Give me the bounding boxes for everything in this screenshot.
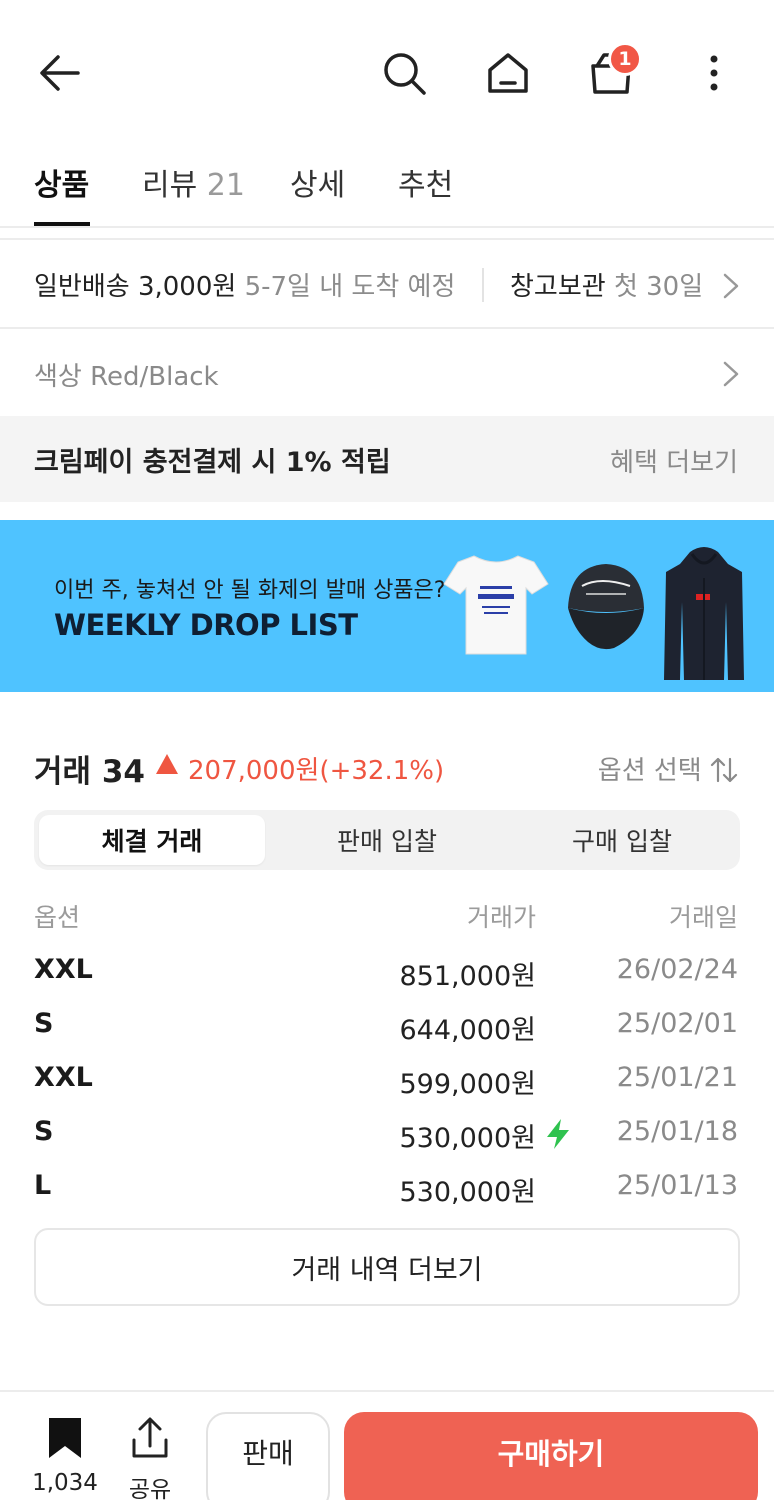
more-trade-history-button[interactable]: 거래 내역 더보기 bbox=[34, 1228, 740, 1306]
weekly-drop-banner[interactable]: 이번 주, 놓쳐선 안 될 화제의 발매 상품은? WEEKLY DROP LI… bbox=[0, 520, 774, 692]
tab-recommend[interactable]: 추천 bbox=[398, 160, 453, 220]
table-row: XXL 599,000원 25/01/21 bbox=[0, 1056, 774, 1110]
product-tabs: 상품 리뷰 21 상세 추천 bbox=[0, 150, 774, 228]
color-option-row[interactable]: 색상 Red/Black bbox=[0, 330, 774, 416]
benefit-row[interactable]: 크림페이 충전결제 시 1% 적립 혜택 더보기 bbox=[0, 416, 774, 502]
delivery-info-row[interactable]: 일반배송 3,000원 5-7일 내 도착 예정 창고보관 첫 30일 bbox=[0, 242, 774, 328]
column-header-price: 거래가 bbox=[466, 903, 536, 932]
trade-summary: 거래 34 207,000원(+32.1%) 옵션 선택 bbox=[0, 740, 774, 796]
tab-review[interactable]: 리뷰 21 bbox=[142, 160, 245, 220]
table-row: S 530,000원 25/01/18 bbox=[0, 1110, 774, 1164]
row-option: S bbox=[34, 1008, 54, 1039]
divider bbox=[482, 268, 484, 302]
bottom-action-bar: 1,034 공유 판매 구매하기 bbox=[0, 1390, 774, 1500]
cart-count-badge: 1 bbox=[608, 42, 642, 76]
benefit-text: 크림페이 충전결제 시 1% 적립 bbox=[34, 447, 391, 478]
row-price: 530,000원 bbox=[399, 1123, 537, 1154]
tshirt-image bbox=[443, 555, 549, 655]
tab-detail[interactable]: 상세 bbox=[290, 160, 345, 220]
buy-button[interactable]: 구매하기 bbox=[344, 1412, 758, 1500]
tab-label: 상품 bbox=[34, 168, 90, 203]
row-price: 851,000원 bbox=[399, 961, 537, 992]
cart-button[interactable]: 1 bbox=[583, 42, 642, 101]
segment-sell-bids[interactable]: 판매 입찰 bbox=[274, 815, 500, 865]
tab-label: 상세 bbox=[290, 168, 346, 203]
delivery-storage: 창고보관 첫 30일 bbox=[510, 266, 714, 303]
column-header-option: 옵션 bbox=[34, 903, 81, 932]
back-arrow-icon bbox=[40, 55, 80, 91]
delivery-eta: 5-7일 내 도착 예정 bbox=[244, 272, 456, 302]
hoodie-image bbox=[664, 547, 744, 680]
share-icon bbox=[132, 1417, 168, 1458]
table-row: S 644,000원 25/02/01 bbox=[0, 1002, 774, 1056]
tab-label: 리뷰 bbox=[142, 168, 198, 203]
row-option: XXL bbox=[34, 1062, 93, 1093]
divider bbox=[0, 226, 774, 228]
sort-arrows-icon bbox=[710, 757, 738, 783]
delivery-label: 일반배송 3,000원 bbox=[34, 272, 237, 302]
more-options-button[interactable] bbox=[686, 45, 742, 101]
chevron-right-icon bbox=[723, 361, 739, 387]
share-button[interactable]: 공유 bbox=[120, 1416, 180, 1500]
more-vertical-icon bbox=[710, 55, 718, 91]
review-count: 21 bbox=[206, 168, 245, 203]
row-date: 26/02/24 bbox=[616, 954, 738, 985]
search-button[interactable] bbox=[376, 45, 432, 101]
home-icon bbox=[488, 53, 528, 93]
row-price: 530,000원 bbox=[399, 1177, 537, 1208]
banner-title: WEEKLY DROP LIST bbox=[54, 608, 358, 642]
segment-concluded-trades[interactable]: 체결 거래 bbox=[39, 815, 265, 865]
delivery-standard: 일반배송 3,000원 5-7일 내 도착 예정 bbox=[34, 266, 455, 303]
divider bbox=[0, 327, 774, 329]
row-date: 25/01/18 bbox=[616, 1116, 738, 1147]
segment-buy-bids[interactable]: 구매 입찰 bbox=[509, 815, 735, 865]
home-button[interactable] bbox=[480, 45, 536, 101]
top-app-bar: 1 bbox=[0, 0, 774, 140]
column-header-date: 거래일 bbox=[668, 903, 738, 932]
row-price: 644,000원 bbox=[399, 1015, 537, 1046]
cap-image bbox=[568, 564, 644, 650]
row-date: 25/02/01 bbox=[616, 1008, 738, 1039]
divider bbox=[0, 238, 774, 240]
row-option: L bbox=[34, 1170, 52, 1201]
banner-subtitle: 이번 주, 놓쳐선 안 될 화제의 발매 상품은? bbox=[54, 578, 446, 603]
benefit-more-link[interactable]: 혜택 더보기 bbox=[610, 442, 738, 479]
table-row: XXL 851,000원 26/02/24 bbox=[0, 948, 774, 1002]
sell-button[interactable]: 판매 bbox=[206, 1412, 330, 1500]
storage-label: 창고보관 bbox=[510, 272, 606, 302]
lightning-bolt-icon bbox=[547, 1119, 569, 1149]
row-date: 25/01/13 bbox=[616, 1170, 738, 1201]
bookmark-count: 1,034 bbox=[32, 1470, 98, 1496]
row-option: XXL bbox=[34, 954, 93, 985]
bookmark-icon bbox=[49, 1418, 81, 1458]
price-change: 207,000원(+32.1%) bbox=[188, 756, 445, 786]
storage-sub: 첫 30일 bbox=[613, 272, 704, 302]
option-select-button[interactable]: 옵션 선택 bbox=[598, 750, 738, 787]
trade-count-title: 거래 34 bbox=[34, 754, 145, 790]
row-price: 599,000원 bbox=[399, 1069, 537, 1100]
price-up-triangle-icon bbox=[156, 754, 178, 774]
chevron-right-icon bbox=[723, 273, 739, 299]
trade-type-segmented-control: 체결 거래 판매 입찰 구매 입찰 bbox=[34, 810, 740, 870]
back-button[interactable] bbox=[32, 45, 88, 101]
tab-product[interactable]: 상품 bbox=[34, 160, 89, 220]
row-date: 25/01/21 bbox=[616, 1062, 738, 1093]
table-row: L 530,000원 25/01/13 bbox=[0, 1164, 774, 1218]
bookmark-button[interactable]: 1,034 bbox=[30, 1416, 100, 1496]
tab-label: 추천 bbox=[398, 168, 454, 203]
option-select-label: 옵션 선택 bbox=[597, 756, 702, 786]
search-icon bbox=[384, 53, 426, 95]
color-option-label: 색상 Red/Black bbox=[34, 362, 219, 392]
row-option: S bbox=[34, 1116, 54, 1147]
share-label: 공유 bbox=[128, 1477, 172, 1500]
